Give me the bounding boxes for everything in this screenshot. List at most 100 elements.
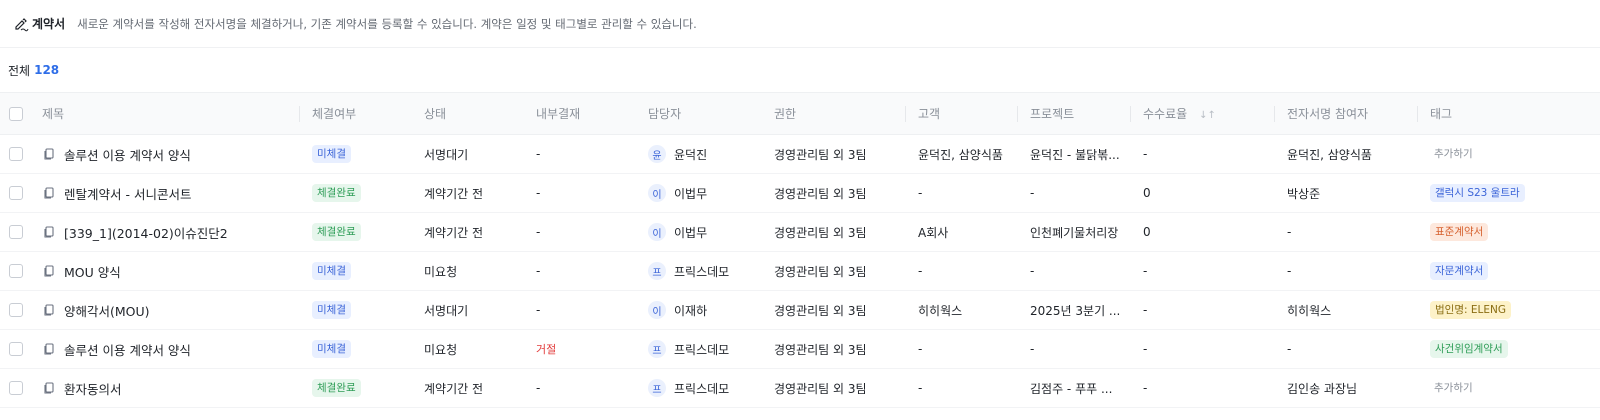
col-signed[interactable]: 체결여부 (300, 93, 412, 135)
signed-badge: 미체결 (312, 262, 351, 280)
permission-cell: 경영관리팀 외 3팀 (762, 369, 906, 408)
col-participants[interactable]: 전자서명 참여자 (1275, 93, 1418, 135)
table-row[interactable]: [339_1](2014-02)이슈진단2 체결완료 계약기간 전 - 이 이법… (0, 213, 1600, 252)
row-select-cell[interactable] (0, 213, 30, 252)
add-tag-button[interactable]: 추가하기 (1430, 145, 1478, 163)
tag-cell[interactable]: 표준계약서 (1418, 213, 1600, 252)
tag-cell[interactable]: 사건위임계약서 (1418, 330, 1600, 369)
manager-name: 프릭스데모 (674, 381, 730, 396)
tag-badge[interactable]: 갤럭시 S23 울트라 (1430, 184, 1525, 202)
sort-icon[interactable]: ↓↑ (1199, 110, 1216, 121)
participants-cell: - (1275, 252, 1418, 291)
project-cell: - (1018, 330, 1131, 369)
signed-cell: 미체결 (300, 252, 412, 291)
signed-badge: 체결완료 (312, 223, 361, 241)
row-checkbox[interactable] (9, 186, 23, 201)
project-value: 2025년 3분기 ... (1030, 303, 1121, 318)
customer-value: 히히웍스 (918, 303, 963, 318)
manager-cell: 이 이법무 (636, 174, 762, 213)
add-tag-button[interactable]: 추가하기 (1430, 379, 1478, 397)
permission-value: 경영관리팀 외 3팀 (774, 342, 867, 357)
row-checkbox[interactable] (9, 303, 23, 318)
tag-badge[interactable]: 법인명: ELENG (1430, 301, 1511, 319)
permission-value: 경영관리팀 외 3팀 (774, 303, 867, 318)
table-row[interactable]: 양해각서(MOU) 미체결 서명대기 - 이 이재하 경영관리팀 외 3팀 히히… (0, 291, 1600, 330)
col-status[interactable]: 상태 (412, 93, 524, 135)
participants-cell: 김인송 과장님 (1275, 369, 1418, 408)
approval-cell: - (524, 252, 636, 291)
approval-value: - (536, 264, 541, 278)
fee-cell: - (1131, 291, 1275, 330)
project-cell: 2025년 3분기 ... (1018, 291, 1131, 330)
contract-title[interactable]: 양해각서(MOU) (64, 301, 150, 320)
row-select-cell[interactable] (0, 369, 30, 408)
col-tags[interactable]: 태그 (1418, 93, 1600, 135)
tag-cell[interactable]: 자문계약서 (1418, 252, 1600, 291)
document-copy-icon (42, 342, 56, 356)
manager-cell: 프 프릭스데모 (636, 252, 762, 291)
title-cell[interactable]: 렌탈계약서 - 서니콘서트 (30, 174, 300, 213)
col-title[interactable]: 제목 (30, 93, 300, 135)
avatar: 프 (648, 262, 666, 280)
title-cell[interactable]: 솔루션 이용 계약서 양식 (30, 135, 300, 174)
status-value: 계약기간 전 (424, 225, 484, 240)
row-select-cell[interactable] (0, 252, 30, 291)
contract-title[interactable]: MOU 양식 (64, 262, 121, 281)
project-value: - (1030, 186, 1035, 200)
title-cell[interactable]: MOU 양식 (30, 252, 300, 291)
row-checkbox[interactable] (9, 381, 23, 396)
table-row[interactable]: 환자동의서 체결완료 계약기간 전 - 프 프릭스데모 경영관리팀 외 3팀 -… (0, 369, 1600, 408)
title-cell[interactable]: 솔루션 이용 계약서 양식 (30, 330, 300, 369)
title-cell[interactable]: 환자동의서 (30, 369, 300, 408)
permission-cell: 경영관리팀 외 3팀 (762, 213, 906, 252)
status-value: 계약기간 전 (424, 186, 484, 201)
tag-cell[interactable]: 추가하기 (1418, 369, 1600, 408)
tag-cell[interactable]: 갤럭시 S23 울트라 (1418, 174, 1600, 213)
participants-cell: 윤덕진, 삼양식품 (1275, 135, 1418, 174)
signed-badge: 미체결 (312, 145, 351, 163)
col-project[interactable]: 프로젝트 (1018, 93, 1131, 135)
row-select-cell[interactable] (0, 330, 30, 369)
contract-title[interactable]: 솔루션 이용 계약서 양식 (64, 340, 191, 359)
participants-cell: 히히웍스 (1275, 291, 1418, 330)
manager-cell: 프 프릭스데모 (636, 330, 762, 369)
col-fee[interactable]: 수수료율 ↓↑ (1131, 93, 1275, 135)
table-row[interactable]: 렌탈계약서 - 서니콘서트 체결완료 계약기간 전 - 이 이법무 경영관리팀 … (0, 174, 1600, 213)
contract-title[interactable]: 솔루션 이용 계약서 양식 (64, 145, 191, 164)
tag-badge[interactable]: 자문계약서 (1430, 262, 1489, 280)
row-checkbox[interactable] (9, 225, 23, 240)
permission-cell: 경영관리팀 외 3팀 (762, 291, 906, 330)
col-customer[interactable]: 고객 (906, 93, 1018, 135)
tag-badge[interactable]: 사건위임계약서 (1430, 340, 1508, 358)
tag-cell[interactable]: 추가하기 (1418, 135, 1600, 174)
document-copy-icon (42, 225, 56, 239)
contract-title[interactable]: [339_1](2014-02)이슈진단2 (64, 223, 228, 242)
contract-title[interactable]: 환자동의서 (64, 379, 122, 398)
row-select-cell[interactable] (0, 174, 30, 213)
table-row[interactable]: MOU 양식 미체결 미요청 - 프 프릭스데모 경영관리팀 외 3팀 - - … (0, 252, 1600, 291)
manager-name: 프릭스데모 (674, 264, 730, 279)
table-row[interactable]: 솔루션 이용 계약서 양식 미체결 서명대기 - 윤 윤덕진 경영관리팀 외 3… (0, 135, 1600, 174)
col-permission[interactable]: 권한 (762, 93, 906, 135)
participants-value: - (1287, 225, 1292, 239)
tag-badge[interactable]: 표준계약서 (1430, 223, 1489, 241)
fee-value: - (1143, 147, 1148, 161)
fee-value: - (1143, 381, 1148, 395)
row-checkbox[interactable] (9, 342, 23, 357)
row-select-cell[interactable] (0, 291, 30, 330)
customer-cell: - (906, 174, 1018, 213)
approval-rejected: 거절 (536, 343, 557, 356)
row-select-cell[interactable] (0, 135, 30, 174)
select-all-checkbox[interactable] (9, 106, 23, 121)
tag-cell[interactable]: 법인명: ELENG (1418, 291, 1600, 330)
col-approval[interactable]: 내부결재 (524, 93, 636, 135)
table-row[interactable]: 솔루션 이용 계약서 양식 미체결 미요청 거절 프 프릭스데모 경영관리팀 외… (0, 330, 1600, 369)
col-manager[interactable]: 담당자 (636, 93, 762, 135)
document-copy-icon (42, 381, 56, 395)
select-all-cell[interactable] (0, 93, 30, 135)
title-cell[interactable]: 양해각서(MOU) (30, 291, 300, 330)
row-checkbox[interactable] (9, 264, 23, 279)
contract-title[interactable]: 렌탈계약서 - 서니콘서트 (64, 184, 191, 203)
row-checkbox[interactable] (9, 147, 23, 162)
title-cell[interactable]: [339_1](2014-02)이슈진단2 (30, 213, 300, 252)
